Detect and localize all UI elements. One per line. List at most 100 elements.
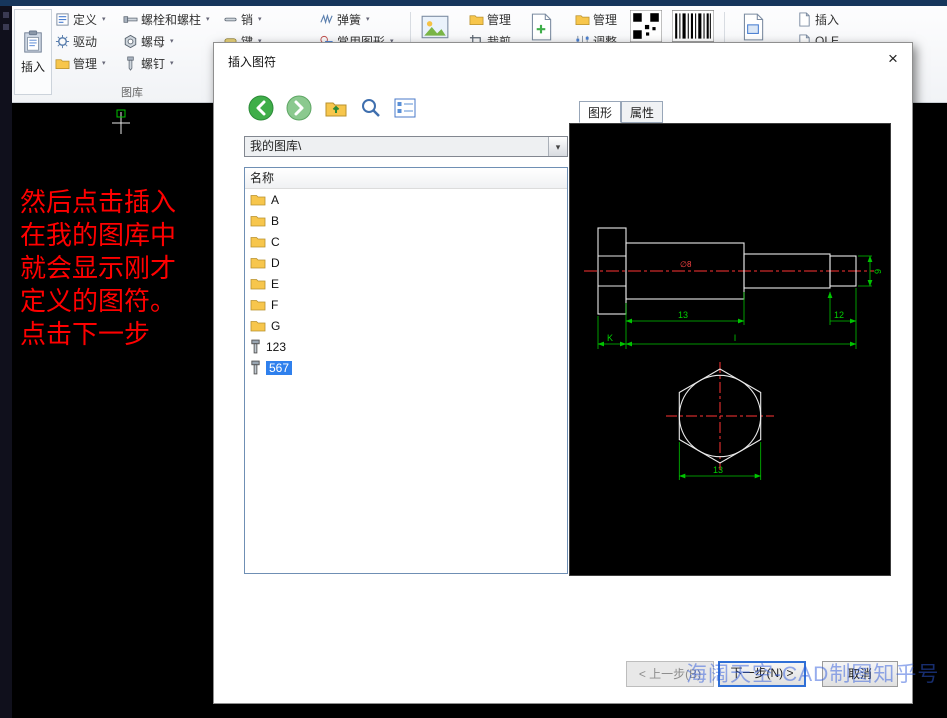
symbol-list[interactable]: 名称 A B C D E F xyxy=(244,167,568,574)
define-icon xyxy=(55,12,70,27)
list-item-folder[interactable]: F xyxy=(245,294,567,315)
folder-icon xyxy=(55,57,70,70)
ribbon-item-label: 插入 xyxy=(815,11,839,28)
ribbon-item-manage-2[interactable]: 管理 xyxy=(572,9,620,29)
ribbon-item-manage-library[interactable]: 管理 xyxy=(52,53,109,73)
list-item-label: E xyxy=(271,277,279,291)
up-folder-button[interactable] xyxy=(324,96,348,120)
ribbon-item-bolts-studs[interactable]: 螺栓和螺柱 xyxy=(120,9,213,29)
dialog-toolbar xyxy=(248,93,416,123)
ribbon-item-label: 螺母 xyxy=(141,33,165,50)
ribbon-item-label: 螺钉 xyxy=(141,55,165,72)
view-mode-button[interactable] xyxy=(394,98,416,118)
insert-symbol-icon xyxy=(22,30,44,54)
bolt-icon xyxy=(250,360,261,375)
folder-icon xyxy=(250,277,266,290)
ribbon-item-nuts[interactable]: 螺母 xyxy=(120,31,213,51)
symbol-origin-marker xyxy=(106,108,136,138)
list-item-label: 123 xyxy=(266,340,286,354)
dim-length-label: l xyxy=(734,333,736,343)
list-item-symbol-selected[interactable]: 567 xyxy=(245,357,567,378)
ribbon-barcode-button[interactable] xyxy=(672,10,714,42)
ribbon-item-springs[interactable]: 弹簧 xyxy=(316,9,397,29)
ribbon-insert-symbol-button[interactable]: 插入 xyxy=(14,9,52,95)
back-button[interactable] xyxy=(248,95,274,121)
insert-symbol-dialog: 插入图符 × 我的图库\ 名称 xyxy=(213,42,913,704)
left-panel-strip xyxy=(0,6,12,718)
ole-document-icon xyxy=(738,12,768,42)
ribbon-item-pins[interactable]: 销 xyxy=(220,9,265,29)
ribbon-item-define[interactable]: 定义 xyxy=(52,9,109,29)
picture-icon xyxy=(420,12,450,42)
ribbon-item-label: 定义 xyxy=(73,11,97,28)
list-item-symbol[interactable]: 123 xyxy=(245,336,567,357)
dim-diameter-label: 9 xyxy=(873,269,883,274)
dim-shank-label: 13 xyxy=(678,310,688,320)
next-step-button[interactable]: 下一步(N) > xyxy=(718,661,806,687)
list-column-header-name[interactable]: 名称 xyxy=(245,168,567,189)
ribbon-item-label: 管理 xyxy=(487,11,511,28)
tab-graphics[interactable]: 图形 xyxy=(579,101,621,123)
folder-icon xyxy=(575,13,590,26)
combobox-dropdown-icon[interactable] xyxy=(548,137,567,156)
symbol-preview-panel: ∅8 13 12 K l 9 13 xyxy=(569,123,891,576)
folder-icon xyxy=(250,193,266,206)
list-item-label-selected: 567 xyxy=(266,361,292,375)
preview-tabs: 图形 属性 xyxy=(579,101,663,123)
left-strip-glyph xyxy=(3,24,9,30)
folder-icon xyxy=(250,235,266,248)
ribbon-item-screws[interactable]: 螺钉 xyxy=(120,53,213,73)
back-step-button[interactable]: < 上一步(B) xyxy=(626,661,714,687)
ribbon-ole-object-button[interactable] xyxy=(738,12,768,42)
list-item-folder[interactable]: A xyxy=(245,189,567,210)
gear-icon xyxy=(55,34,70,49)
pin-icon xyxy=(223,12,238,27)
search-icon[interactable] xyxy=(360,97,382,119)
ribbon-item-label: 管理 xyxy=(73,55,97,72)
document-icon xyxy=(797,12,812,27)
list-item-label: A xyxy=(271,193,279,207)
ribbon-insert-label: 插入 xyxy=(21,58,45,75)
ribbon-item-insert-object[interactable]: 插入 xyxy=(794,9,842,29)
annotation-line: 在我的图库中 xyxy=(20,219,176,252)
screw-icon xyxy=(123,56,138,71)
annotation-line: 然后点击插入 xyxy=(20,186,176,219)
ribbon-column-library-tools: 定义 驱动 管理 xyxy=(52,9,109,73)
tab-properties[interactable]: 属性 xyxy=(621,101,663,123)
application-window: 插入 定义 驱动 管理 螺栓和螺柱 螺母 xyxy=(0,0,947,718)
folder-icon xyxy=(469,13,484,26)
bolt-icon xyxy=(250,339,261,354)
ribbon-extract-symbol-button[interactable] xyxy=(526,12,556,42)
list-item-folder[interactable]: B xyxy=(245,210,567,231)
list-item-folder[interactable]: E xyxy=(245,273,567,294)
cancel-button[interactable]: 取消 xyxy=(822,661,898,687)
list-item-label: D xyxy=(271,256,280,270)
ribbon-item-drive[interactable]: 驱动 xyxy=(52,31,109,51)
annotation-line: 就会显示刚才 xyxy=(20,252,176,285)
forward-button[interactable] xyxy=(286,95,312,121)
ribbon-qrcode-button[interactable] xyxy=(630,10,662,42)
list-item-label: G xyxy=(271,319,280,333)
ribbon-insert-picture-button[interactable] xyxy=(420,12,450,42)
dialog-title: 插入图符 xyxy=(228,53,276,70)
close-icon[interactable]: × xyxy=(882,48,904,70)
thread-spec-label: ∅8 xyxy=(680,260,692,269)
nut-icon xyxy=(123,34,138,49)
left-strip-glyph xyxy=(3,12,9,18)
folder-icon xyxy=(250,214,266,227)
annotation-line: 点击下一步 xyxy=(20,318,176,351)
library-path-combobox[interactable]: 我的图库\ xyxy=(244,136,568,157)
ribbon-item-label: 弹簧 xyxy=(337,11,361,28)
folder-icon xyxy=(250,256,266,269)
list-item-label: C xyxy=(271,235,280,249)
ribbon-item-label: 管理 xyxy=(593,11,617,28)
ribbon-item-manage-picture[interactable]: 管理 xyxy=(466,9,514,29)
annotation-line: 定义的图符。 xyxy=(20,285,176,318)
list-item-folder[interactable]: D xyxy=(245,252,567,273)
ribbon-column-fasteners: 螺栓和螺柱 螺母 螺钉 xyxy=(120,9,213,73)
ribbon-item-label: 驱动 xyxy=(73,33,97,50)
list-item-label: B xyxy=(271,214,279,228)
list-item-folder[interactable]: G xyxy=(245,315,567,336)
dim-thread-label: 12 xyxy=(834,310,844,320)
list-item-folder[interactable]: C xyxy=(245,231,567,252)
